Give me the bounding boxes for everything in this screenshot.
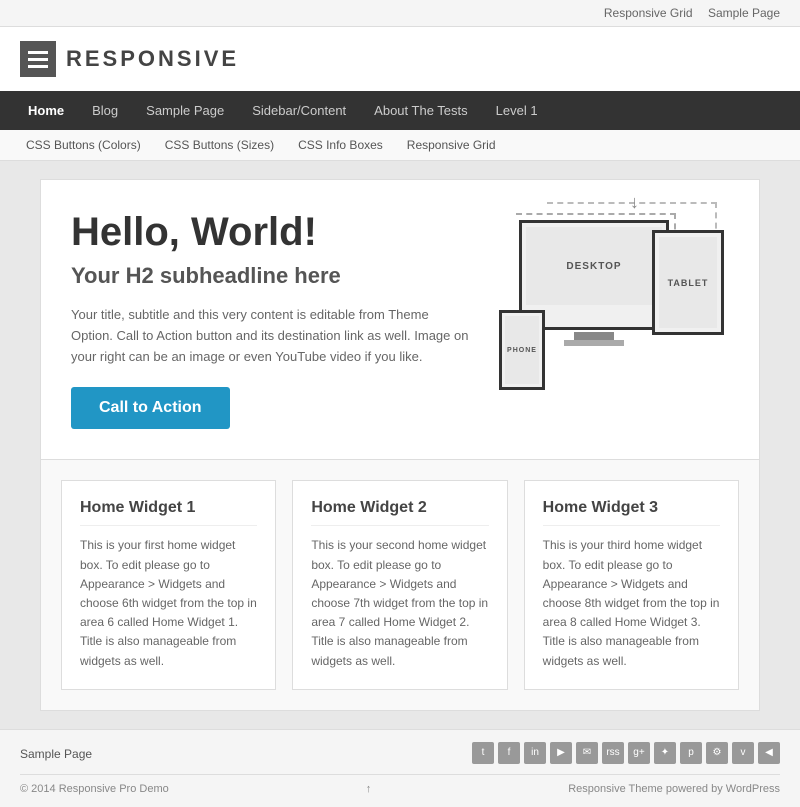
subnav-item-css-buttons-sizes[interactable]: CSS Buttons (Sizes) [153, 130, 286, 160]
star-icon[interactable]: ✦ [654, 742, 676, 764]
pinterest-icon[interactable]: p [680, 742, 702, 764]
desktop-screen: DESKTOP [526, 227, 662, 305]
hero-body: Your title, subtitle and this very conte… [71, 305, 469, 367]
rss-icon[interactable]: rss [602, 742, 624, 764]
nav-item-blog[interactable]: Blog [78, 91, 132, 130]
secondary-nav: CSS Buttons (Colors) CSS Buttons (Sizes)… [0, 130, 800, 161]
twitter-icon[interactable]: t [472, 742, 494, 764]
email-icon[interactable]: ✉ [576, 742, 598, 764]
tablet-screen: TABLET [659, 237, 717, 328]
phone-screen: PHONE [505, 316, 539, 384]
topbar-link-sample-page[interactable]: Sample Page [708, 6, 780, 20]
linkedin-icon[interactable]: in [524, 742, 546, 764]
facebook-icon[interactable]: f [498, 742, 520, 764]
subnav-item-css-info-boxes[interactable]: CSS Info Boxes [286, 130, 395, 160]
tablet-device: TABLET [652, 230, 724, 335]
logo-icon [20, 41, 56, 77]
extra-icon[interactable]: ◀ [758, 742, 780, 764]
arrow-down-icon: ↓ [630, 192, 639, 213]
desktop-base [564, 340, 624, 346]
widget-box-3: Home Widget 3 This is your third home wi… [524, 480, 739, 689]
hero-text: Hello, World! Your H2 subheadline here Y… [71, 210, 469, 429]
powered-by-text: Responsive Theme powered by WordPress [568, 783, 780, 795]
arrow-up: ↑ [366, 783, 372, 795]
subnav-item-css-buttons-colors[interactable]: CSS Buttons (Colors) [14, 130, 153, 160]
youtube-icon[interactable]: ▶ [550, 742, 572, 764]
footer-nav: Sample Page [20, 745, 92, 761]
social-icons: t f in ▶ ✉ rss g+ ✦ p ⚙ v ◀ [472, 742, 780, 764]
cta-button[interactable]: Call to Action [71, 387, 230, 429]
device-desktop-wrapper: ↓ → DESKTOP TABLET [519, 210, 709, 340]
hero-subheadline: Your H2 subheadline here [71, 263, 469, 289]
widget-3-body: This is your third home widget box. To e… [543, 536, 720, 670]
hero-headline: Hello, World! [71, 210, 469, 255]
widget-1-title: Home Widget 1 [80, 499, 257, 526]
site-logo: RESPONSIVE [20, 41, 239, 77]
nav-item-sample-page[interactable]: Sample Page [132, 91, 238, 130]
widget-box-2: Home Widget 2 This is your second home w… [292, 480, 507, 689]
device-illustration: ↓ → DESKTOP TABLET PHONE [489, 210, 729, 390]
phone-device: PHONE [499, 310, 545, 390]
nav-item-sidebar-content[interactable]: Sidebar/Content [238, 91, 360, 130]
googleplus-icon[interactable]: g+ [628, 742, 650, 764]
site-footer: Sample Page t f in ▶ ✉ rss g+ ✦ p ⚙ v ◀ … [0, 729, 800, 807]
hamburger-line-1 [28, 51, 48, 54]
primary-nav: Home Blog Sample Page Sidebar/Content Ab… [0, 91, 800, 130]
hamburger-line-2 [28, 58, 48, 61]
nav-item-about-tests[interactable]: About The Tests [360, 91, 481, 130]
widget-1-body: This is your first home widget box. To e… [80, 536, 257, 670]
wordpress-link[interactable]: WordPress [726, 783, 780, 795]
vimeo-icon[interactable]: v [732, 742, 754, 764]
widget-3-title: Home Widget 3 [543, 499, 720, 526]
hero-section: Hello, World! Your H2 subheadline here Y… [41, 180, 759, 459]
nav-item-level1[interactable]: Level 1 [482, 91, 552, 130]
widget-2-title: Home Widget 2 [311, 499, 488, 526]
footer-bottom: © 2014 Responsive Pro Demo ↑ Responsive … [20, 783, 780, 795]
copyright-text: © 2014 Responsive Pro Demo [20, 783, 169, 795]
nav-item-home[interactable]: Home [14, 91, 78, 130]
subnav-item-responsive-grid[interactable]: Responsive Grid [395, 130, 508, 160]
hamburger-line-3 [28, 65, 48, 68]
widget-2-body: This is your second home widget box. To … [311, 536, 488, 670]
site-header: RESPONSIVE [0, 27, 800, 91]
top-bar: Responsive Grid Sample Page [0, 0, 800, 27]
main-content: Hello, World! Your H2 subheadline here Y… [40, 179, 760, 711]
widgets-section: Home Widget 1 This is your first home wi… [41, 459, 759, 709]
footer-link-sample-page[interactable]: Sample Page [20, 747, 92, 761]
site-title: RESPONSIVE [66, 46, 239, 72]
widget-box-1: Home Widget 1 This is your first home wi… [61, 480, 276, 689]
footer-top: Sample Page t f in ▶ ✉ rss g+ ✦ p ⚙ v ◀ [20, 742, 780, 775]
topbar-link-responsive-grid[interactable]: Responsive Grid [604, 6, 693, 20]
settings-icon[interactable]: ⚙ [706, 742, 728, 764]
